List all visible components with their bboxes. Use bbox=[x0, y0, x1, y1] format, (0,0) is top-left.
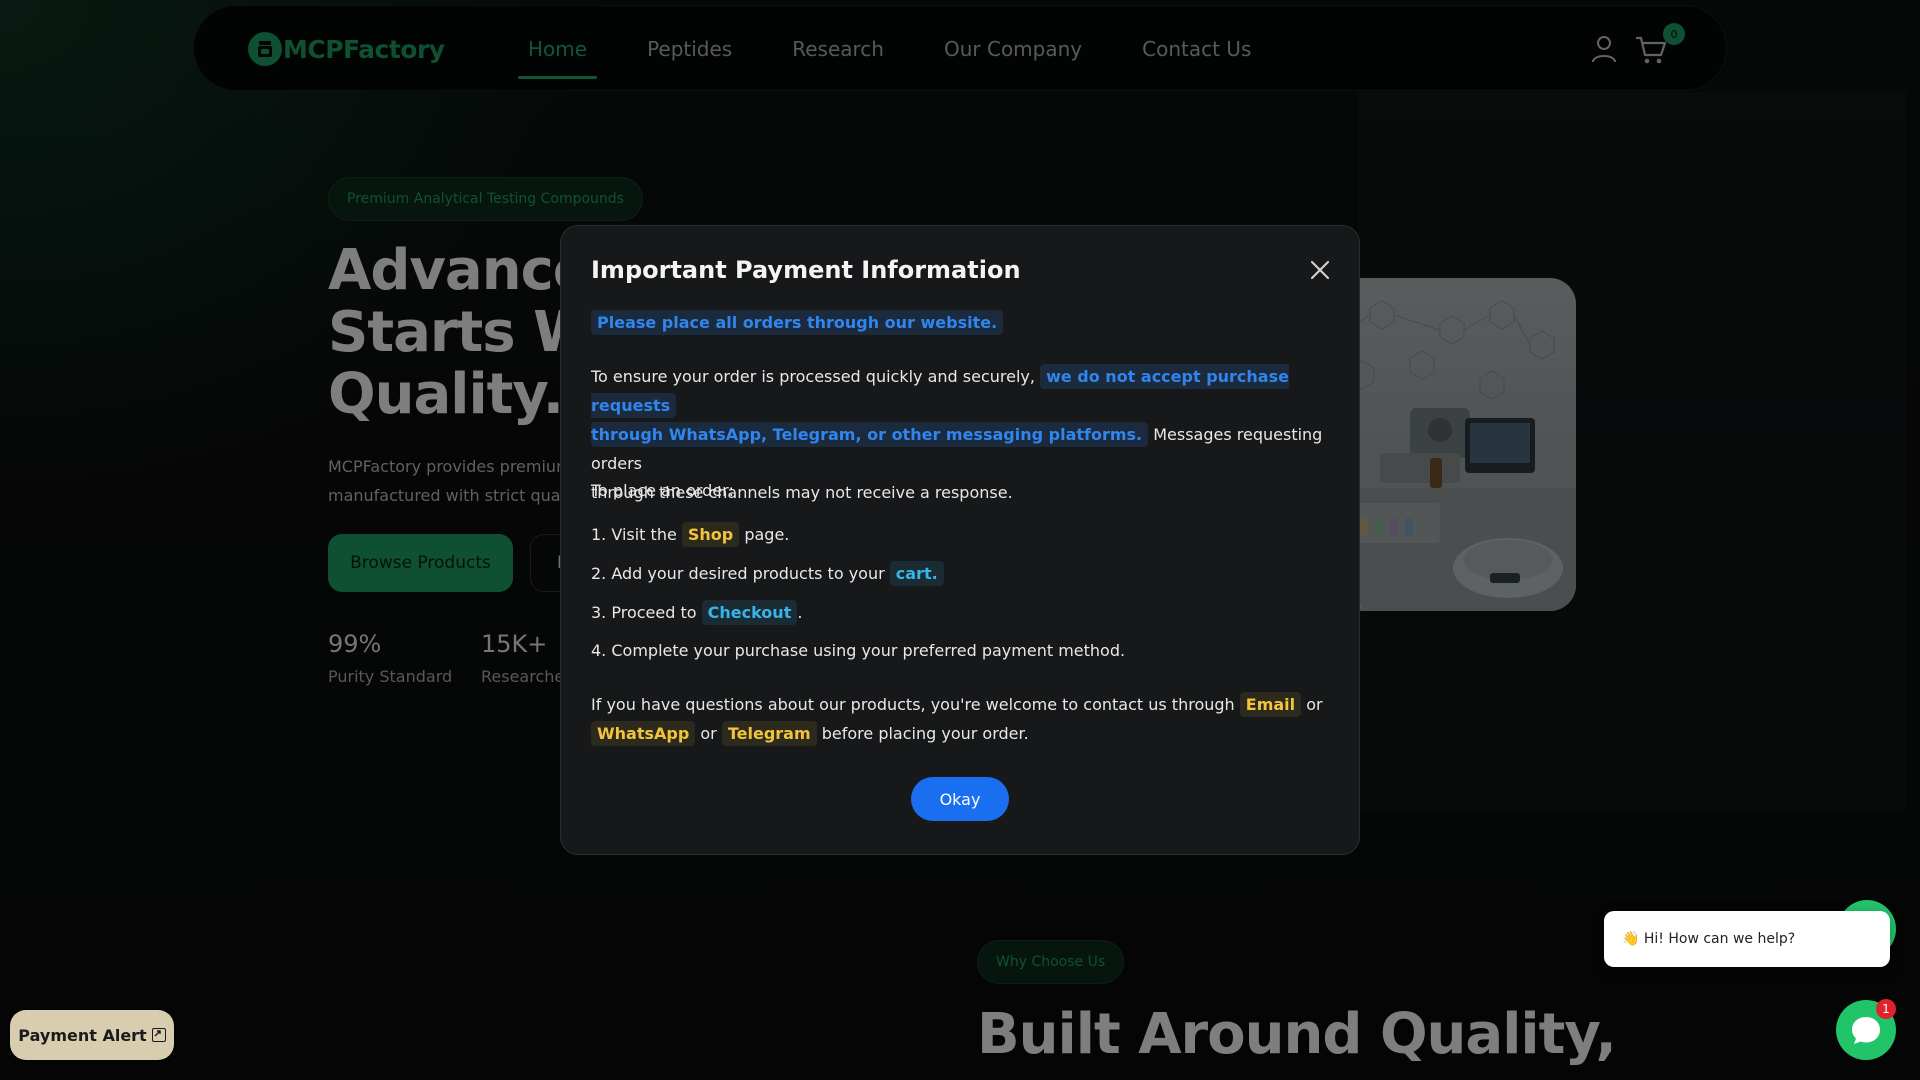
contact-paragraph: If you have questions about our products… bbox=[591, 690, 1336, 748]
close-icon[interactable] bbox=[1308, 258, 1332, 282]
contact-text: before placing your order. bbox=[821, 724, 1029, 743]
okay-button[interactable]: Okay bbox=[911, 777, 1009, 821]
cart-link[interactable]: cart. bbox=[889, 561, 944, 586]
list-item: 2. Add your desired products to your car… bbox=[591, 559, 944, 588]
payment-info-modal: Important Payment Information Please pla… bbox=[560, 225, 1360, 855]
checkout-link[interactable]: Checkout bbox=[701, 600, 798, 625]
step-text: Proceed to bbox=[611, 603, 697, 622]
step-text: Visit the bbox=[611, 525, 677, 544]
policy-text: To ensure your order is processed quickl… bbox=[591, 367, 1035, 386]
step-number: 3. bbox=[591, 603, 607, 622]
step-text: Add your desired products to your bbox=[611, 564, 885, 583]
step-number: 4. bbox=[591, 641, 607, 660]
list-item: 3. Proceed to Checkout. bbox=[591, 598, 802, 627]
contact-text: or bbox=[700, 724, 717, 743]
chat-greeting-bubble[interactable]: 👋 Hi! How can we help? bbox=[1604, 911, 1890, 967]
payment-alert-button[interactable]: Payment Alert bbox=[10, 1010, 174, 1060]
contact-text: If you have questions about our products… bbox=[591, 695, 1235, 714]
lead-highlight: Please place all orders through our webs… bbox=[591, 310, 1004, 335]
shop-link[interactable]: Shop bbox=[681, 522, 740, 547]
modal-title: Important Payment Information bbox=[591, 256, 1021, 284]
step-number: 1. bbox=[591, 525, 607, 544]
lead-line: Please place all orders through our webs… bbox=[591, 308, 1336, 337]
steps-intro: To place an order: bbox=[591, 481, 734, 500]
email-link[interactable]: Email bbox=[1239, 692, 1302, 717]
whatsapp-link[interactable]: WhatsApp bbox=[591, 721, 696, 746]
contact-text: or bbox=[1306, 695, 1323, 714]
external-link-icon bbox=[151, 1028, 166, 1042]
step-number: 2. bbox=[591, 564, 607, 583]
payment-alert-label: Payment Alert bbox=[18, 1025, 147, 1045]
side-panel-shade bbox=[1358, 92, 1906, 810]
step-text: Complete your purchase using your prefer… bbox=[611, 641, 1126, 660]
list-item: 1. Visit the Shop page. bbox=[591, 520, 789, 549]
chat-unread-badge: 1 bbox=[1876, 999, 1896, 1019]
step-text: . bbox=[797, 603, 803, 622]
step-text: page. bbox=[744, 525, 790, 544]
policy-highlight: through WhatsApp, Telegram, or other mes… bbox=[591, 422, 1149, 447]
telegram-link[interactable]: Telegram bbox=[721, 721, 817, 746]
list-item: 4. Complete your purchase using your pre… bbox=[591, 636, 1125, 665]
